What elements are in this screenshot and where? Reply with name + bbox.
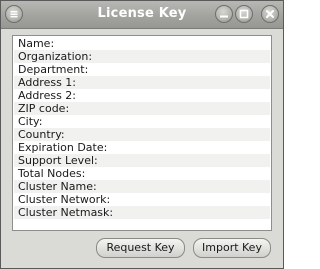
list-item-total-nodes: Total Nodes: [18,167,86,180]
title-bar[interactable]: License Key [1,1,283,29]
import-key-button[interactable]: Import Key [193,238,271,258]
license-info-list[interactable]: Name: Organization: Department: Address … [12,35,272,231]
list-item-cluster-network: Cluster Network: [18,193,111,206]
list-item-country: Country: [14,128,270,141]
list-item-support-level: Support Level: [14,154,270,167]
list-item-address-1: Address 1: [14,76,270,89]
maximize-icon[interactable] [235,5,253,23]
list-item-city: City: [18,115,43,128]
close-icon[interactable] [261,5,279,23]
license-key-dialog: License Key Name: Organization: Departme… [0,0,284,269]
list-item-address-2: Address 2: [18,89,77,102]
request-key-button[interactable]: Request Key [96,238,185,258]
list-item-organization: Organization: [14,50,270,63]
list-item-department: Department: [18,63,89,76]
list-item-expiration-date: Expiration Date: [18,141,108,154]
list-item-cluster-netmask: Cluster Netmask: [14,206,270,219]
minimize-icon[interactable] [215,5,233,23]
list-item-zip-code: ZIP code: [14,102,270,115]
list-item-name: Name: [18,37,55,50]
list-item-cluster-name: Cluster Name: [14,180,270,193]
